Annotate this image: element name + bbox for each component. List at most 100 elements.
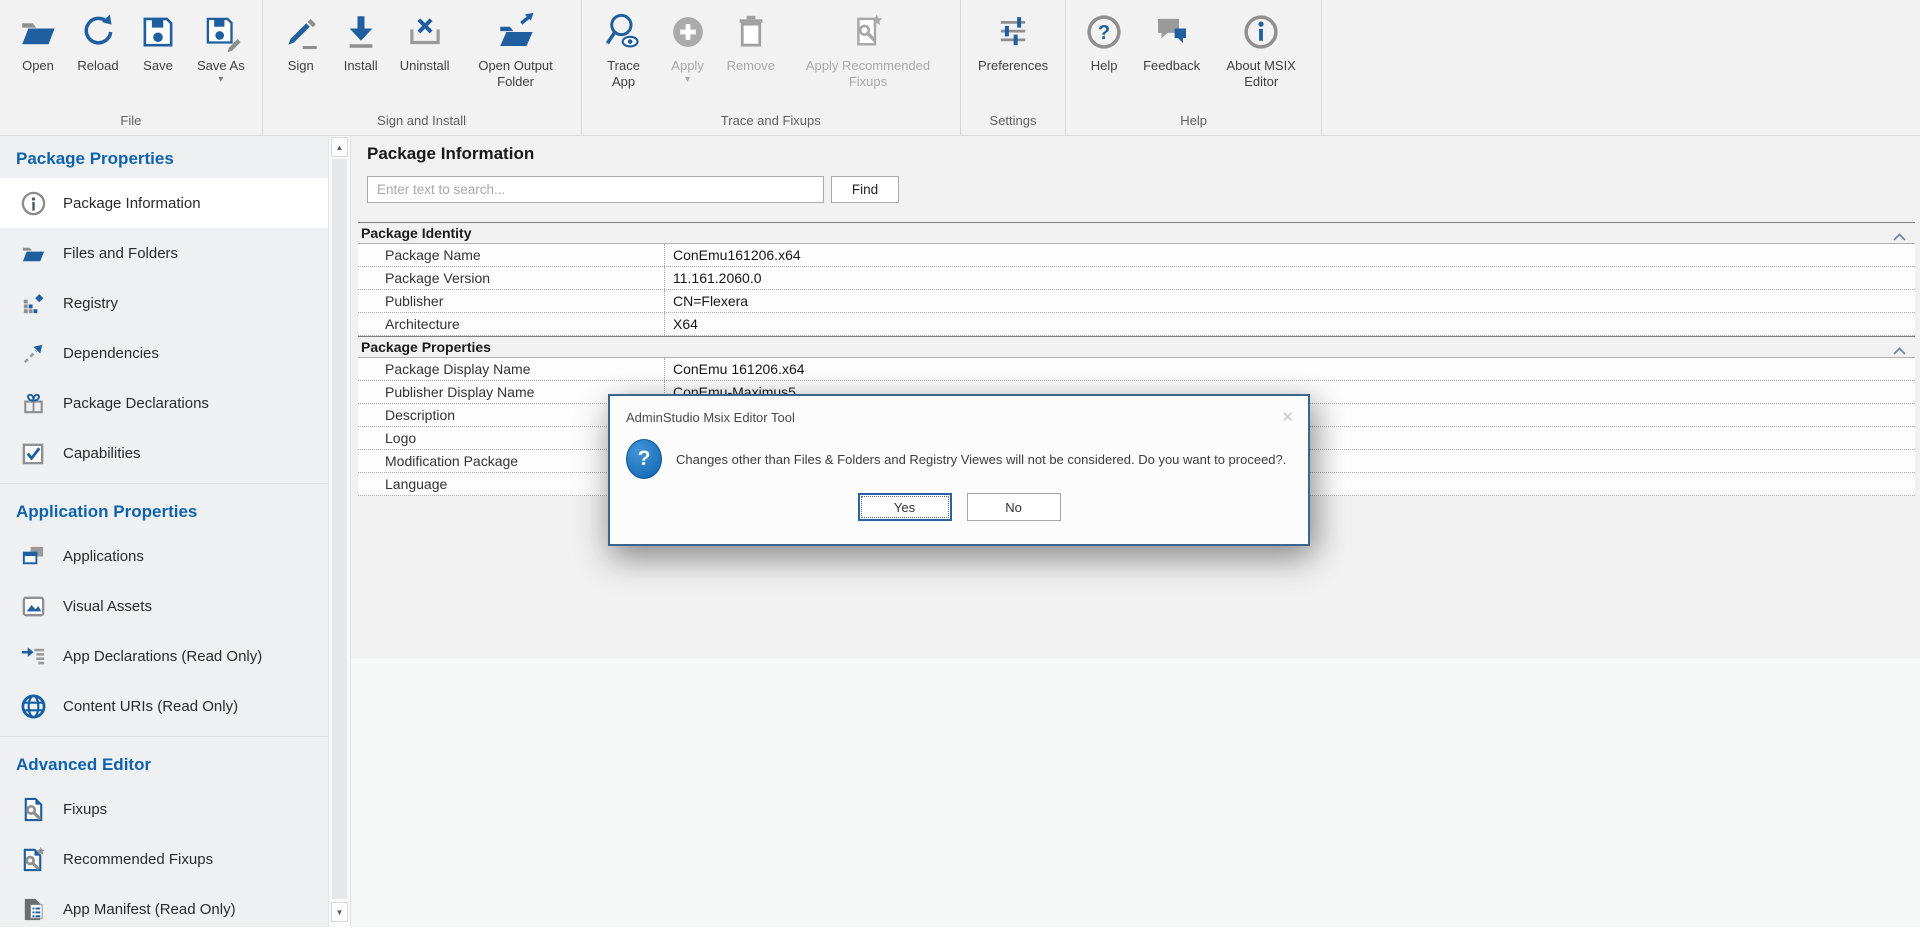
sidebar-item-label: Recommended Fixups <box>63 851 213 868</box>
table-row: Package Display Name ConEmu 161206.x64 <box>358 358 1915 381</box>
save-as-icon <box>200 9 242 55</box>
ribbon-group-help: ? Help Feedback About MSIX Editor Help <box>1066 0 1321 135</box>
confirmation-dialog: AdminStudio Msix Editor Tool ✕ ? Changes… <box>608 394 1310 546</box>
table-row: Publisher CN=Flexera <box>358 290 1915 313</box>
about-msix-editor-button[interactable]: About MSIX Editor <box>1209 9 1313 89</box>
apply-button[interactable]: Apply ▾ <box>658 9 718 85</box>
help-button[interactable]: ? Help <box>1074 9 1134 74</box>
ribbon-group-caption: File <box>8 111 254 135</box>
sidebar-item-app-manifest[interactable]: App Manifest (Read Only) <box>0 884 328 927</box>
lower-background-band <box>351 658 1920 927</box>
ribbon-group-settings: Preferences Settings <box>961 0 1065 135</box>
sidebar-item-capabilities[interactable]: Capabilities <box>0 428 328 478</box>
app-windows-icon <box>20 543 47 570</box>
sidebar-item-visual-assets[interactable]: Visual Assets <box>0 581 328 631</box>
remove-button[interactable]: Remove <box>718 9 784 74</box>
find-button[interactable]: Find <box>831 176 899 203</box>
sidebar-item-content-uris[interactable]: Content URIs (Read Only) <box>0 681 328 731</box>
wrench-star-document-icon <box>20 846 47 873</box>
about-msix-editor-label: About MSIX Editor <box>1218 58 1304 89</box>
table-row: Package Name ConEmu161206.x64 <box>358 244 1915 267</box>
ribbon-group-trace-fixups: Trace App Apply ▾ Remove Apply Recommend… <box>582 0 960 135</box>
ribbon-group-sign-install: Sign Install Uninstall Open Output Folde… <box>263 0 581 135</box>
preferences-label: Preferences <box>978 58 1048 74</box>
sign-button[interactable]: Sign <box>271 9 331 74</box>
sidebar-scrollbar[interactable]: ▲ ▼ <box>328 136 351 927</box>
chevron-down-icon: ▾ <box>218 75 223 85</box>
row-label: Architecture <box>358 313 665 335</box>
open-output-folder-button[interactable]: Open Output Folder <box>459 9 573 89</box>
sidebar-item-files-and-folders[interactable]: Files and Folders <box>0 228 328 278</box>
sidebar-item-label: App Manifest (Read Only) <box>63 901 236 918</box>
sidebar-item-label: Registry <box>63 295 118 312</box>
info-circle-icon <box>20 190 47 217</box>
row-value[interactable]: ConEmu 161206.x64 <box>665 358 1915 380</box>
row-value[interactable]: CN=Flexera <box>665 290 1915 312</box>
sign-pencil-icon <box>280 9 322 55</box>
dialog-titlebar[interactable]: AdminStudio Msix Editor Tool ✕ <box>610 396 1308 432</box>
sidebar-item-dependencies[interactable]: Dependencies <box>0 328 328 378</box>
registry-blocks-icon <box>20 290 47 317</box>
sidebar-item-label: Fixups <box>63 801 107 818</box>
sidebar-item-registry[interactable]: Registry <box>0 278 328 328</box>
install-label: Install <box>344 58 378 74</box>
sidebar-divider <box>0 736 328 737</box>
collapse-chevron-icon[interactable] <box>1893 342 1906 360</box>
sidebar-item-label: Applications <box>63 548 144 565</box>
feedback-label: Feedback <box>1143 58 1200 74</box>
section-header-package-identity: Package Identity <box>358 222 1915 244</box>
preferences-button[interactable]: Preferences <box>969 9 1057 74</box>
sidebar-item-applications[interactable]: Applications <box>0 531 328 581</box>
section-title: Package Identity <box>358 225 472 241</box>
reload-button[interactable]: Reload <box>68 9 128 74</box>
sidebar-section-header: Advanced Editor <box>0 742 328 784</box>
save-as-button[interactable]: Save As ▾ <box>188 9 254 85</box>
close-icon[interactable]: ✕ <box>1281 410 1294 425</box>
install-icon <box>340 9 382 55</box>
open-folder-icon <box>17 9 59 55</box>
yes-button[interactable]: Yes <box>858 493 952 521</box>
reload-icon <box>77 9 119 55</box>
row-value[interactable]: ConEmu161206.x64 <box>665 244 1915 266</box>
sidebar-item-label: Visual Assets <box>63 598 152 615</box>
sidebar-item-label: Content URIs (Read Only) <box>63 698 238 715</box>
table-row: Package Version 11.161.2060.0 <box>358 267 1915 290</box>
section-title: Package Properties <box>358 339 491 355</box>
sidebar-item-package-information[interactable]: Package Information <box>0 178 328 228</box>
search-input[interactable] <box>367 176 824 203</box>
about-info-icon <box>1240 9 1282 55</box>
uninstall-button[interactable]: Uninstall <box>391 9 459 74</box>
sidebar-item-package-declarations[interactable]: Package Declarations <box>0 378 328 428</box>
row-label: Publisher <box>358 290 665 312</box>
uninstall-icon <box>404 9 446 55</box>
save-as-label: Save As <box>197 58 245 74</box>
sidebar-item-fixups[interactable]: Fixups <box>0 784 328 834</box>
collapse-chevron-icon[interactable] <box>1893 228 1906 246</box>
reload-label: Reload <box>77 58 118 74</box>
scroll-down-button[interactable]: ▼ <box>331 902 348 922</box>
remove-trash-icon <box>730 9 772 55</box>
scrollbar-thumb[interactable] <box>332 159 347 899</box>
open-button[interactable]: Open <box>8 9 68 74</box>
apply-recommended-fixups-button[interactable]: Apply Recommended Fixups <box>784 9 952 89</box>
feedback-button[interactable]: Feedback <box>1134 9 1209 74</box>
row-value[interactable]: X64 <box>665 313 1915 335</box>
trace-app-button[interactable]: Trace App <box>590 9 658 89</box>
scroll-up-button[interactable]: ▲ <box>331 137 348 157</box>
globe-icon <box>20 693 47 720</box>
section-header-package-properties: Package Properties <box>358 336 1915 358</box>
chevron-down-icon: ▾ <box>685 75 690 85</box>
ribbon-group-caption: Sign and Install <box>271 111 573 135</box>
trace-app-label: Trace App <box>599 58 649 89</box>
save-button[interactable]: Save <box>128 9 188 74</box>
row-value[interactable]: 11.161.2060.0 <box>665 267 1915 289</box>
search-row: Find <box>367 176 1920 203</box>
install-button[interactable]: Install <box>331 9 391 74</box>
save-label: Save <box>143 58 173 74</box>
sidebar-item-recommended-fixups[interactable]: Recommended Fixups <box>0 834 328 884</box>
recommended-fixups-icon <box>847 9 889 55</box>
help-icon: ? <box>1083 9 1125 55</box>
sidebar-item-app-declarations[interactable]: App Declarations (Read Only) <box>0 631 328 681</box>
ribbon-group-caption: Settings <box>969 111 1057 135</box>
no-button[interactable]: No <box>967 493 1061 521</box>
